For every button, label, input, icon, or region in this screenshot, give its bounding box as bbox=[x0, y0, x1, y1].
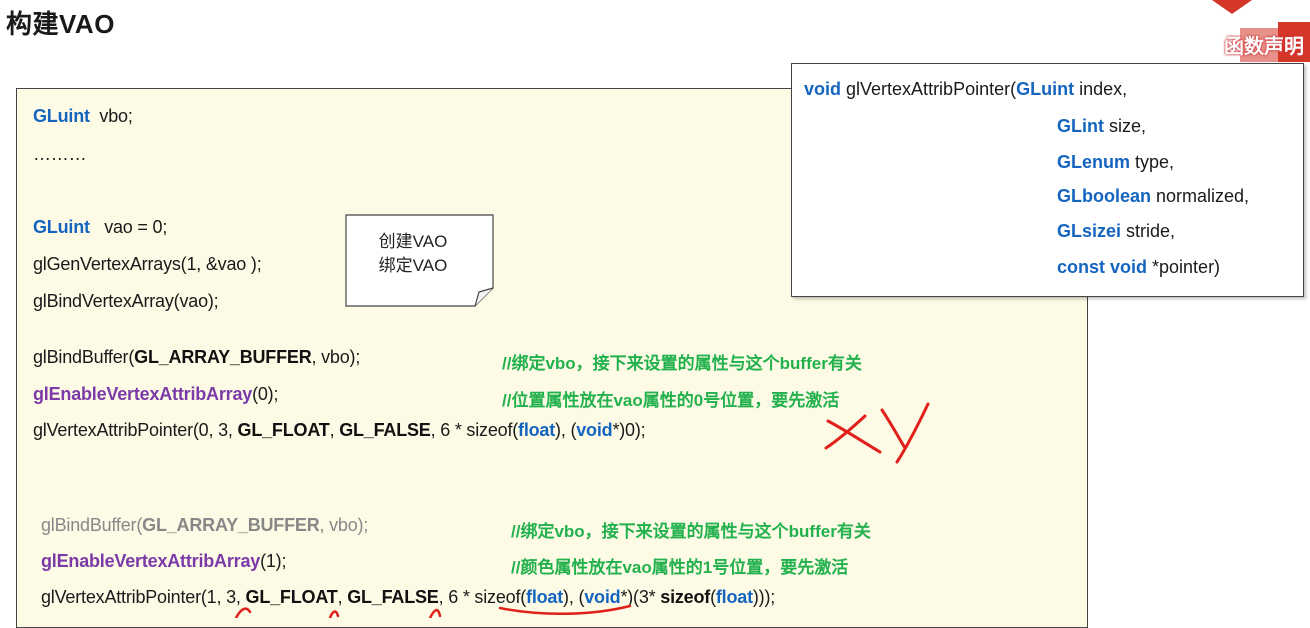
page-title: 构建VAO bbox=[6, 9, 115, 39]
function-declaration-panel: void glVertexAttribPointer(GLuint index,… bbox=[791, 63, 1304, 297]
decl-param-type: GLenum type, bbox=[1057, 152, 1175, 172]
code-line-4: glGenVertexArrays(1, &vao ); bbox=[33, 254, 262, 274]
decl-param-stride: GLsizei stride, bbox=[1057, 221, 1176, 241]
comment-line-7: //位置属性放在vao属性的0号位置，要先激活 bbox=[502, 391, 840, 410]
code-line-1: GLuint vbo; bbox=[33, 106, 133, 126]
code-line-3: GLuint vao = 0; bbox=[33, 217, 168, 237]
decl-param-size: GLint size, bbox=[1057, 116, 1147, 136]
code-line-7: glEnableVertexAttribArray(0); bbox=[33, 384, 279, 404]
code-line-8: glVertexAttribPointer(0, 3, GL_FLOAT, GL… bbox=[33, 420, 646, 440]
corner-label: 函数声明 bbox=[1224, 36, 1304, 58]
note-line-1: 创建VAO bbox=[378, 232, 448, 251]
sticky-note: 创建VAO 绑定VAO bbox=[345, 214, 494, 307]
decl-param-pointer: const void *pointer) bbox=[1057, 257, 1221, 277]
decl-param-normalized: GLboolean normalized, bbox=[1057, 186, 1250, 206]
code-line-11: glVertexAttribPointer(1, 3, GL_FLOAT, GL… bbox=[41, 587, 776, 607]
comment-line-9: //绑定vbo，接下来设置的属性与这个buffer有关 bbox=[511, 522, 871, 541]
decl-signature: void glVertexAttribPointer(GLuint index, bbox=[804, 79, 1128, 99]
note-line-2: 绑定VAO bbox=[378, 256, 448, 275]
code-line-9: glBindBuffer(GL_ARRAY_BUFFER, vbo); bbox=[41, 515, 369, 535]
code-line-5: glBindVertexArray(vao); bbox=[33, 291, 219, 311]
code-line-2: ……… bbox=[33, 144, 87, 164]
comment-line-10: //颜色属性放在vao属性的1号位置，要先激活 bbox=[511, 558, 849, 577]
comment-line-6: //绑定vbo，接下来设置的属性与这个buffer有关 bbox=[502, 354, 862, 373]
code-line-10: glEnableVertexAttribArray(1); bbox=[41, 551, 287, 571]
code-line-6: glBindBuffer(GL_ARRAY_BUFFER, vbo); bbox=[33, 347, 361, 367]
